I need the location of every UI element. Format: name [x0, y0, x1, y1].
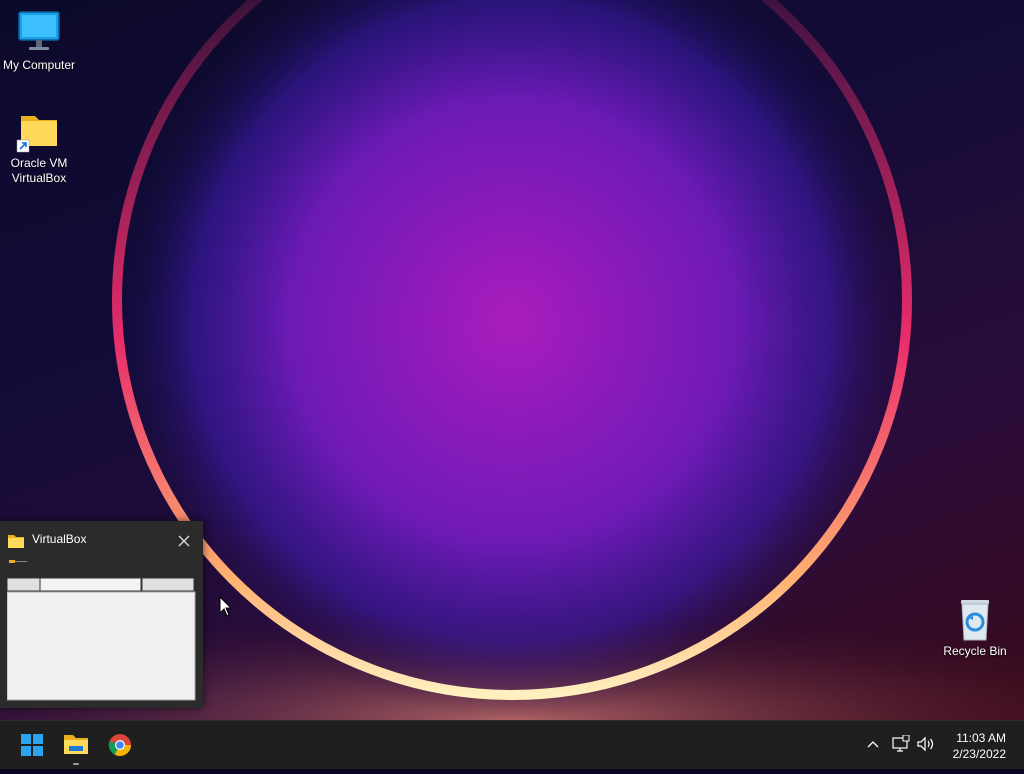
folder-icon: [8, 534, 24, 553]
close-icon[interactable]: [174, 531, 194, 551]
file-explorer-icon: [64, 735, 88, 765]
flyout-title: VirtualBox: [32, 532, 87, 546]
taskbar-chrome[interactable]: [100, 721, 140, 769]
chevron-up-icon[interactable]: [864, 735, 882, 756]
windows-logo-icon: [21, 734, 43, 756]
desktop-icon-label: VirtualBox: [11, 171, 67, 185]
chrome-icon: [108, 734, 131, 756]
start-button[interactable]: [12, 721, 52, 769]
desktop-icon-oracle-vm-virtualbox[interactable]: Oracle VM VirtualBox: [0, 108, 78, 186]
clock-time: 11:03 AM: [956, 731, 1006, 745]
window-thumbnail[interactable]: [6, 558, 196, 701]
recycle-bin-icon: [951, 596, 999, 642]
clock-date: 2/23/2022: [952, 747, 1006, 761]
desktop-icon-label: Oracle VM: [10, 156, 68, 170]
folder-shortcut-icon: [15, 108, 63, 154]
taskbar-file-explorer[interactable]: [56, 721, 96, 769]
desktop-icon-my-computer[interactable]: My Computer: [0, 10, 78, 73]
desktop-icon-recycle-bin[interactable]: Recycle Bin: [936, 596, 1014, 659]
taskbar: 11:03 AM 2/23/2022: [0, 720, 1024, 769]
monitor-icon: [15, 10, 63, 56]
network-icon[interactable]: [891, 734, 911, 756]
mouse-cursor-icon: [219, 595, 233, 623]
desktop-icon-label: Recycle Bin: [943, 644, 1007, 658]
desktop-icon-label: My Computer: [2, 58, 76, 72]
taskbar-clock[interactable]: 11:03 AM 2/23/2022: [953, 730, 1006, 762]
volume-icon[interactable]: [916, 735, 936, 756]
